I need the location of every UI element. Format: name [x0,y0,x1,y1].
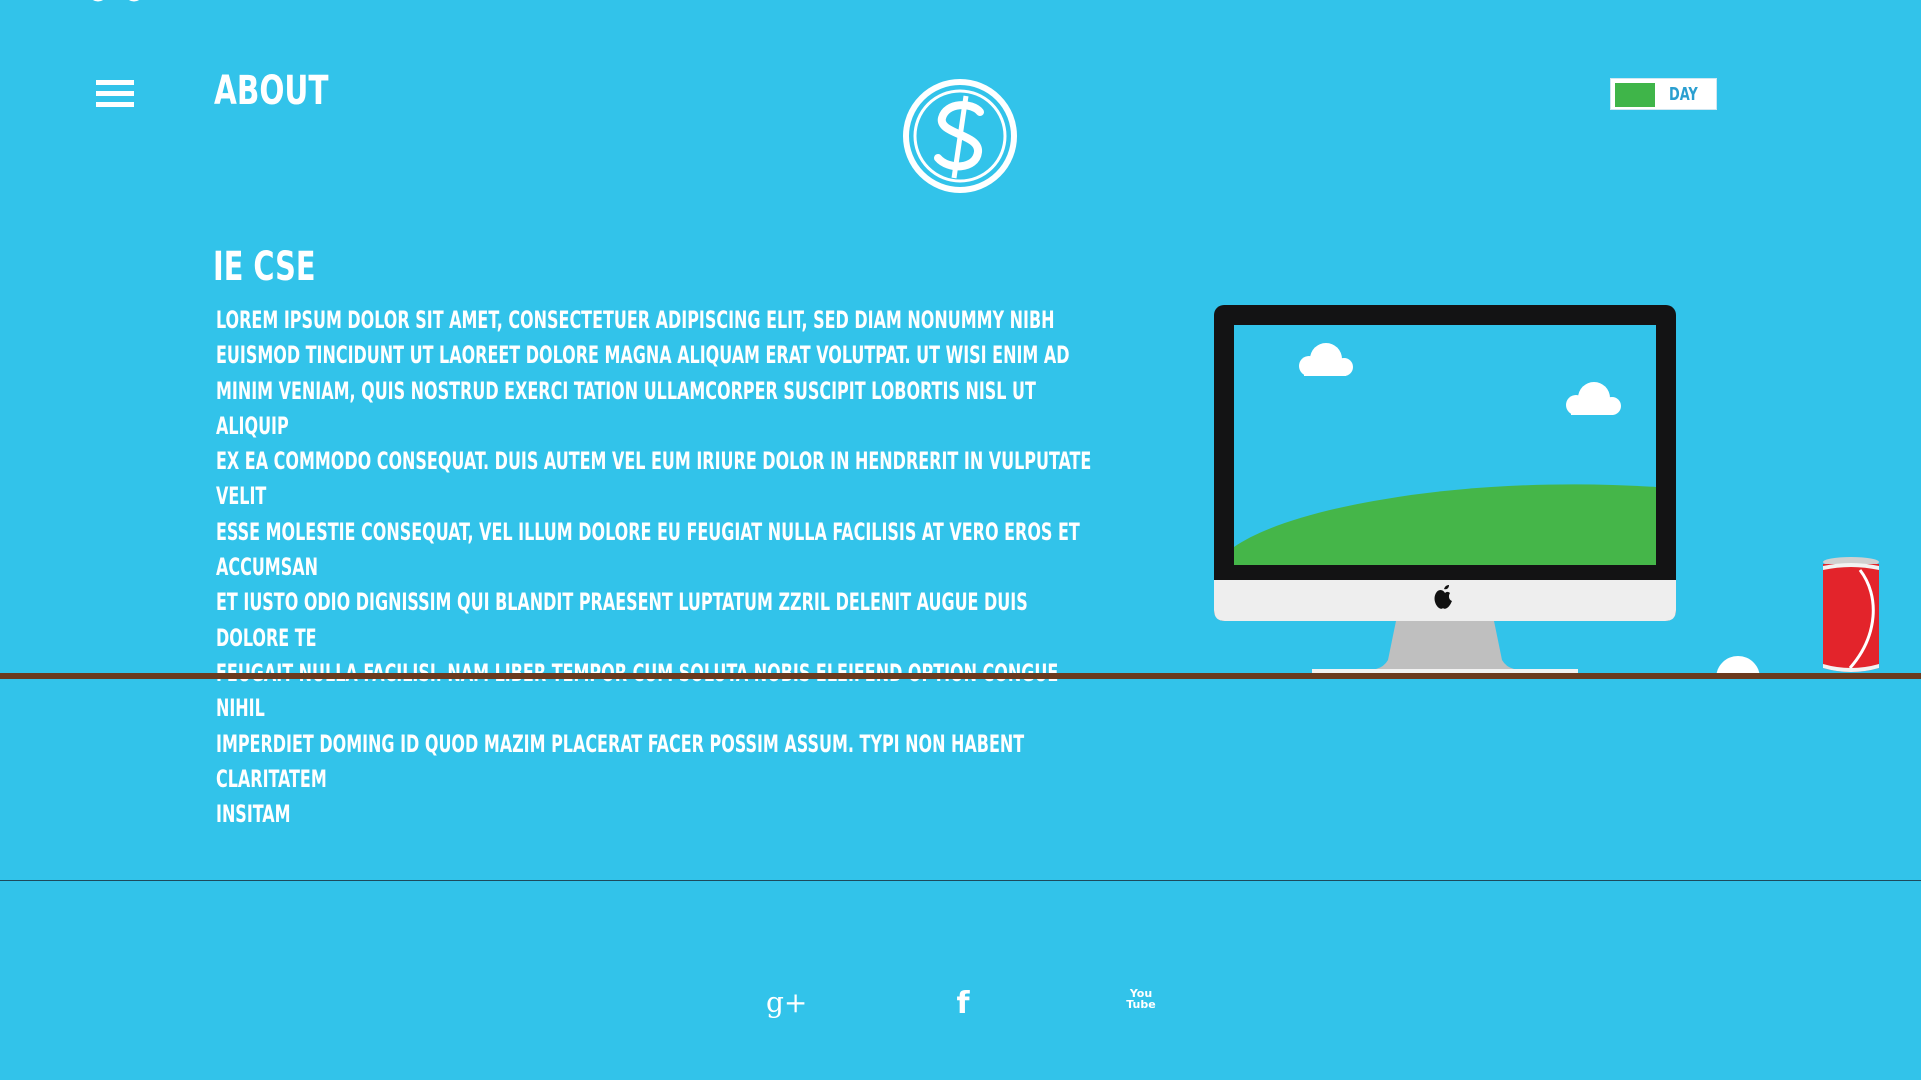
menu-bar-1 [96,80,134,85]
hamburger-menu-icon[interactable] [96,80,134,112]
about-paragraph: Lorem ipsum dolor sit amet, consectetuer… [216,306,1092,829]
footer-divider [0,880,1921,881]
partial-logo-icon [92,0,140,2]
dollar-s-logo-icon[interactable] [902,78,1018,194]
desktop-computer-illustration [1214,305,1676,675]
desk-shelf [0,673,1921,679]
toggle-label: Day [1669,84,1698,105]
soda-can-illustration [1823,557,1879,672]
menu-bar-3 [96,102,134,107]
page-title: About [214,68,329,114]
menu-bar-2 [96,91,134,96]
youtube-icon[interactable]: You Tube [1124,988,1158,1022]
toggle-knob [1615,83,1655,107]
day-night-toggle[interactable]: Day [1610,78,1717,110]
section-heading: IE CSE [213,244,316,290]
google-plus-icon[interactable]: g+ [766,988,807,1022]
about-page: About Day IE CSE Lorem ipsum dolor sit a… [0,0,1921,1080]
facebook-icon[interactable]: f [946,988,980,1022]
youtube-icon-label: You Tube [1126,987,1156,1011]
